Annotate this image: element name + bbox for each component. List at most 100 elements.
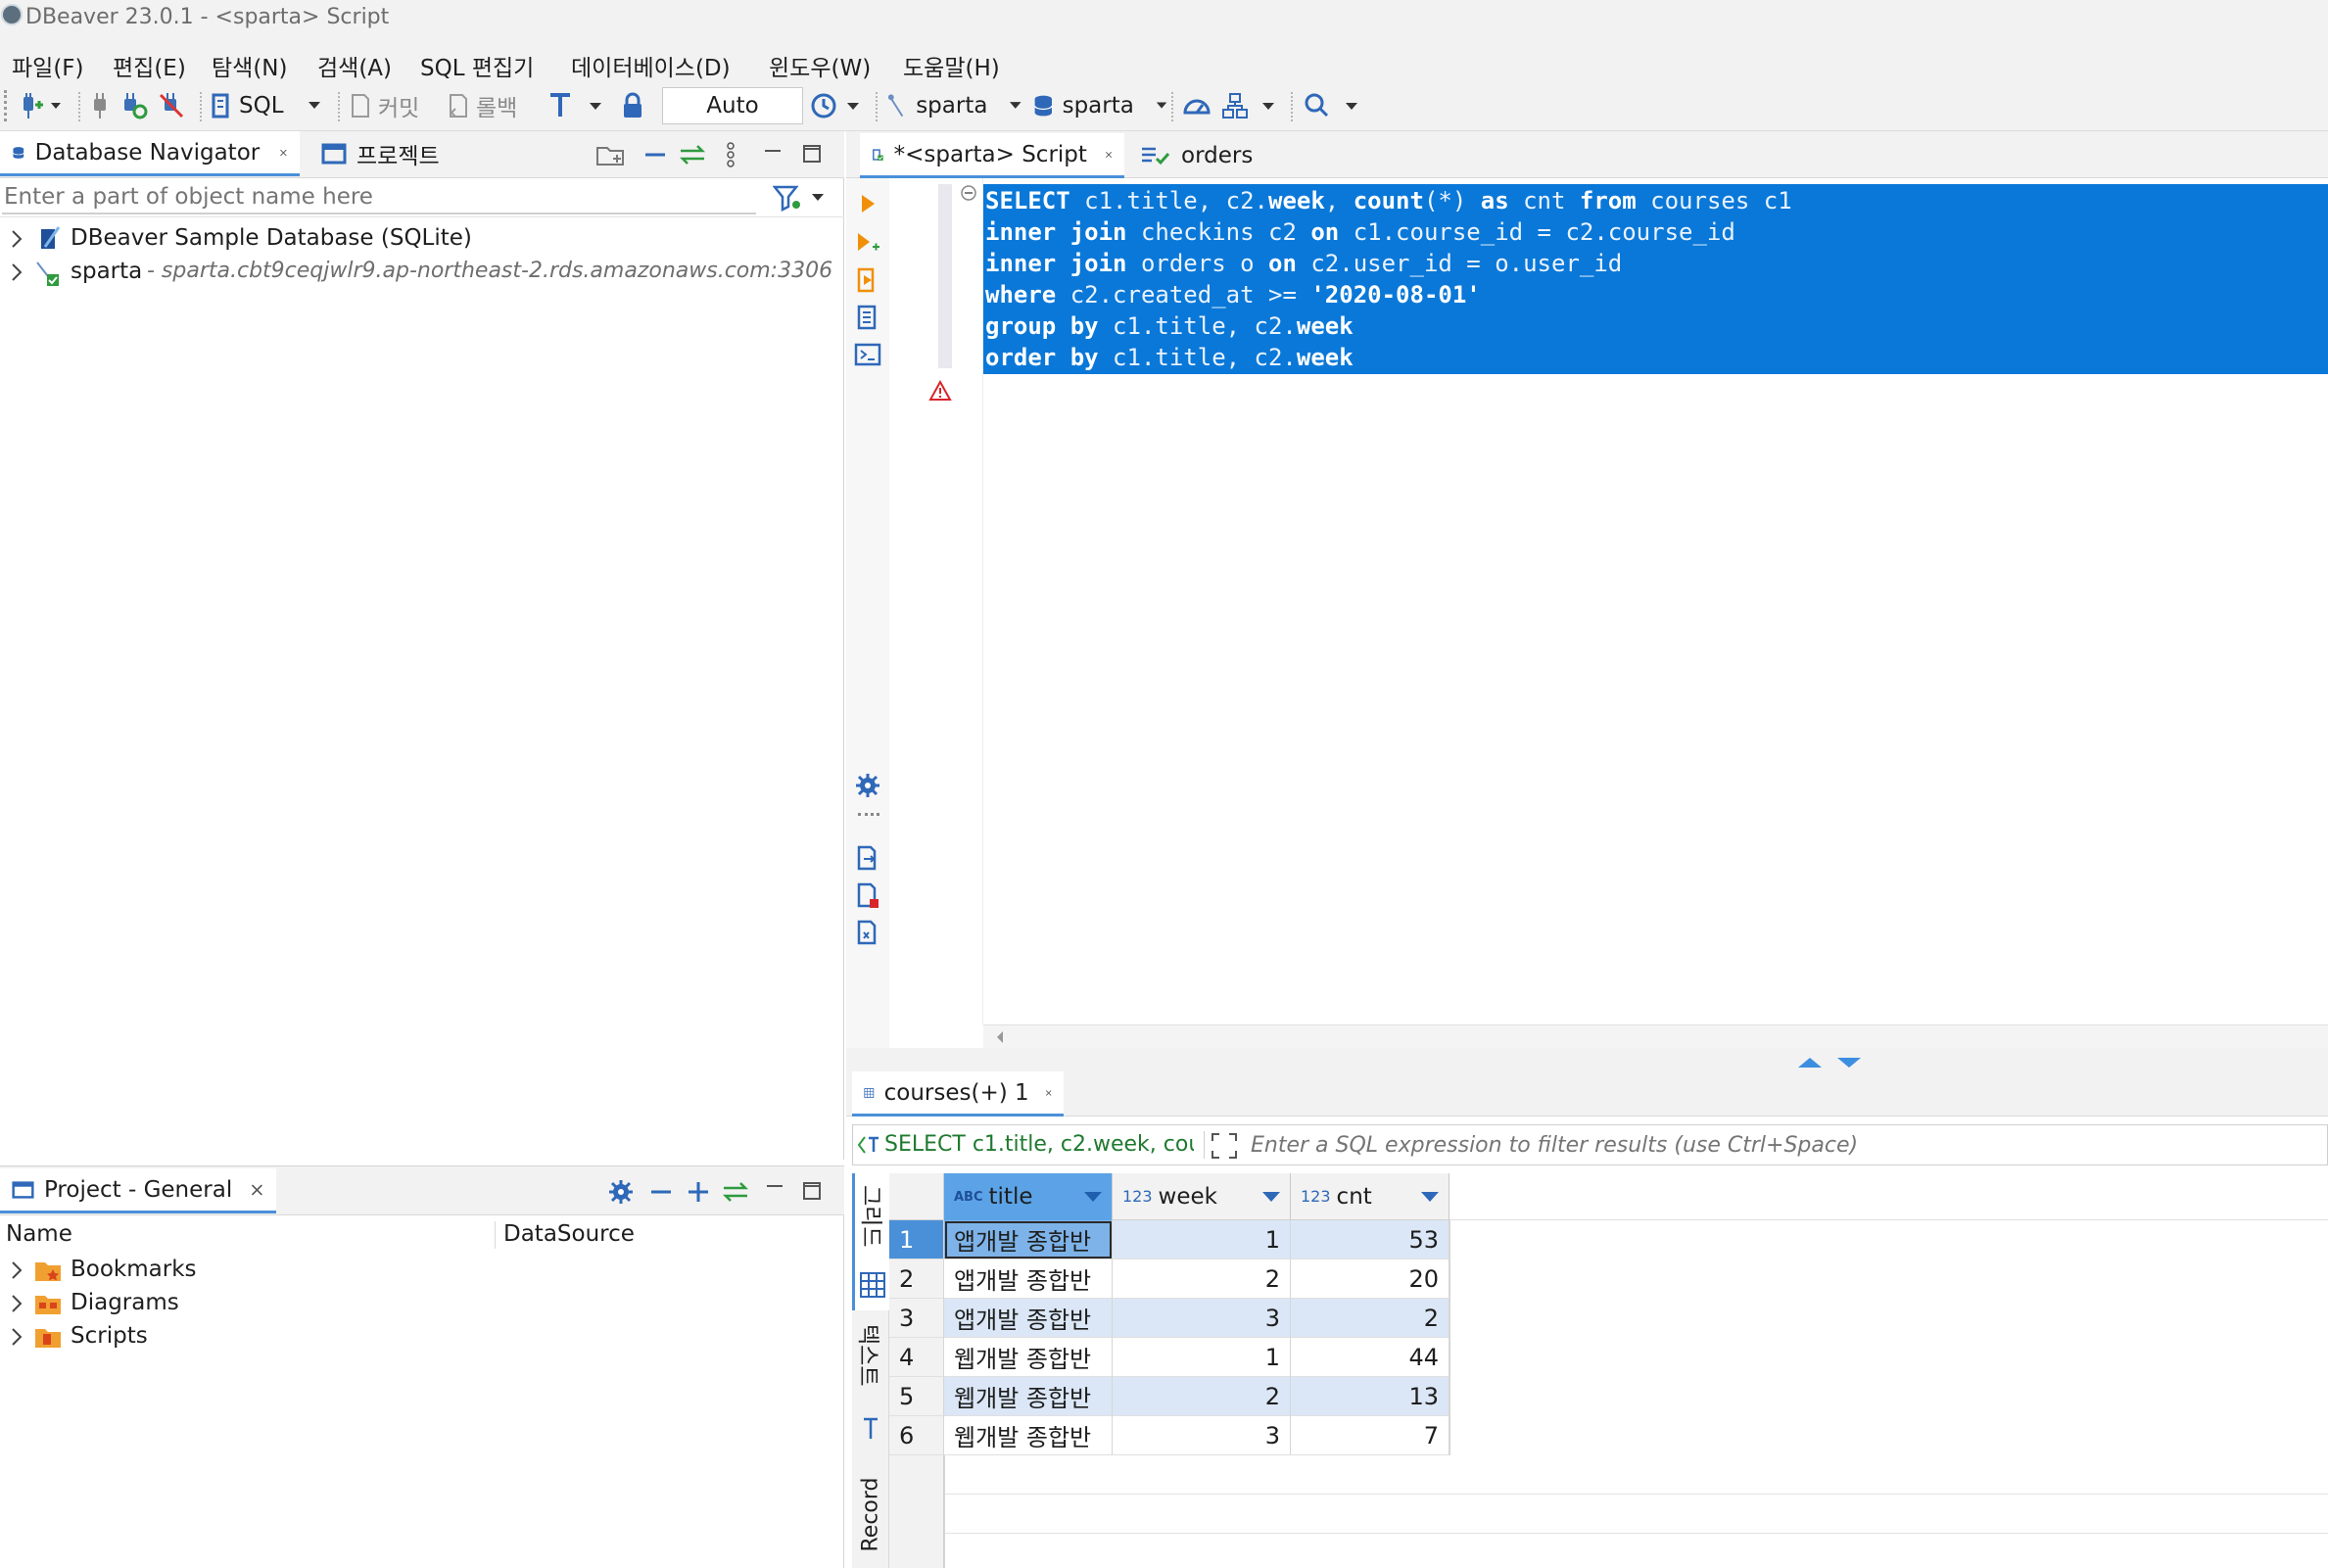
filter-button[interactable]: [772, 182, 829, 214]
reconnect-button[interactable]: [118, 88, 151, 123]
maximize-panel-up-icon[interactable]: [1796, 1056, 1824, 1069]
row-number[interactable]: 3: [889, 1299, 944, 1338]
cell-cnt[interactable]: 44: [1291, 1338, 1449, 1377]
tab-projects[interactable]: 프로젝트: [309, 131, 466, 176]
error-log-button[interactable]: [852, 879, 883, 911]
active-datasource-selector[interactable]: sparta: [885, 88, 1022, 123]
tab-record-view[interactable]: Record: [852, 1457, 889, 1568]
rollback-button[interactable]: 롤백: [447, 88, 537, 123]
chevron-right-icon[interactable]: [10, 1260, 24, 1280]
search-button[interactable]: [1301, 88, 1363, 123]
cell-week[interactable]: 3: [1113, 1416, 1291, 1455]
dashboard-button[interactable]: [1179, 88, 1214, 123]
new-folder-button[interactable]: [594, 139, 627, 170]
query-preview[interactable]: SELECT c1.title, c2.week, count(*) as cn…: [884, 1132, 1194, 1157]
row-number[interactable]: 6: [889, 1416, 944, 1455]
transaction-mode-field[interactable]: Auto: [662, 87, 803, 124]
cell-cnt[interactable]: 13: [1291, 1377, 1449, 1416]
column-header-cnt[interactable]: 123 cnt: [1291, 1173, 1449, 1220]
row-number[interactable]: 4: [889, 1338, 944, 1377]
menu-database[interactable]: 데이터베이스(D): [571, 49, 731, 82]
menu-file[interactable]: 파일(F): [12, 49, 84, 82]
minimize-button[interactable]: [760, 1174, 789, 1204]
execute-in-new-tab-button[interactable]: [852, 227, 883, 259]
chevron-right-icon[interactable]: [10, 1327, 24, 1347]
cell-cnt[interactable]: 2: [1291, 1299, 1449, 1338]
project-tree-item-scripts[interactable]: Scripts: [0, 1321, 842, 1354]
tree-item-sample-database[interactable]: DBeaver Sample Database (SQLite): [0, 223, 842, 257]
row-number[interactable]: 1: [889, 1220, 944, 1259]
row-number[interactable]: 5: [889, 1377, 944, 1416]
menu-navigate[interactable]: 탐색(N): [212, 49, 287, 82]
chevron-right-icon[interactable]: [10, 262, 24, 282]
cell-cnt[interactable]: 53: [1291, 1220, 1449, 1259]
connect-button[interactable]: [86, 88, 114, 123]
cell-cnt[interactable]: 20: [1291, 1259, 1449, 1299]
collapse-all-button[interactable]: [641, 139, 670, 170]
results-filter-input[interactable]: [1251, 1129, 2318, 1161]
sql-line[interactable]: where c2.created_at >= '2020-08-01': [985, 279, 1792, 310]
editor-horizontal-scrollbar[interactable]: [983, 1024, 2328, 1048]
collapse-all-button[interactable]: [646, 1176, 676, 1208]
cell-title[interactable]: 앱개발 종합반: [944, 1299, 1113, 1338]
link-with-editor-button[interactable]: [719, 1176, 752, 1208]
tab-text-view[interactable]: 텍스트: [852, 1318, 889, 1449]
cell-week[interactable]: 2: [1113, 1377, 1291, 1416]
sql-editor-button[interactable]: SQL: [210, 88, 327, 123]
menu-search[interactable]: 검색(A): [317, 49, 392, 82]
chevron-right-icon[interactable]: [10, 1294, 24, 1313]
link-with-editor-button[interactable]: [676, 139, 709, 170]
lock-button[interactable]: [615, 88, 650, 123]
transaction-log-button[interactable]: [1220, 88, 1281, 123]
cell-week[interactable]: 2: [1113, 1259, 1291, 1299]
cell-week[interactable]: 3: [1113, 1299, 1291, 1338]
cell-title[interactable]: 앱개발 종합반: [944, 1259, 1113, 1299]
tab-grid-view[interactable]: 그리드: [852, 1173, 889, 1310]
cell-week[interactable]: 1: [1113, 1338, 1291, 1377]
sql-code-area[interactable]: SELECT c1.title, c2.week, count(*) as cn…: [983, 178, 2328, 1024]
execute-script-new-tab-button[interactable]: [852, 302, 883, 333]
sort-dropdown-icon[interactable]: [1082, 1190, 1104, 1204]
expand-all-button[interactable]: [684, 1176, 713, 1208]
active-schema-selector[interactable]: sparta: [1032, 88, 1167, 123]
commit-button[interactable]: 커밋: [349, 88, 439, 123]
cell-title[interactable]: 웹개발 종합반: [944, 1338, 1113, 1377]
column-header-week[interactable]: 123 week: [1113, 1173, 1291, 1220]
column-header-title[interactable]: ABC title: [944, 1173, 1113, 1220]
menu-sql-editor[interactable]: SQL 편집기: [420, 49, 534, 82]
minimize-button[interactable]: [758, 139, 787, 168]
tree-item-sparta[interactable]: sparta - sparta.cbt9ceqjwlr9.ap-northeas…: [0, 257, 842, 290]
editor-results-splitter[interactable]: [846, 1048, 2328, 1071]
tab-orders[interactable]: orders: [1128, 133, 1265, 178]
scroll-left-icon[interactable]: [993, 1029, 1007, 1045]
disconnect-button[interactable]: [155, 88, 188, 123]
navigator-filter-input[interactable]: [2, 181, 756, 214]
sql-line[interactable]: inner join checkins c2 on c1.course_id =…: [985, 216, 1792, 248]
menu-window[interactable]: 윈도우(W): [769, 49, 871, 82]
menu-help[interactable]: 도움말(H): [903, 49, 1000, 82]
column-datasource[interactable]: DataSource: [503, 1221, 635, 1247]
maximize-button[interactable]: [797, 139, 827, 168]
close-icon[interactable]: [250, 1181, 264, 1199]
sql-line[interactable]: order by c1.title, c2.week: [985, 342, 1792, 373]
tab-sparta-script[interactable]: *<sparta> Script: [860, 133, 1124, 178]
cell-cnt[interactable]: 7: [1291, 1416, 1449, 1455]
transaction-mode-button[interactable]: [545, 88, 607, 123]
execute-statement-button[interactable]: [852, 188, 883, 219]
cell-title[interactable]: 웹개발 종합반: [944, 1416, 1113, 1455]
project-tree-item-bookmarks[interactable]: Bookmarks: [0, 1255, 842, 1288]
sort-dropdown-icon[interactable]: [1260, 1190, 1282, 1204]
expand-editor-icon[interactable]: [1210, 1131, 1239, 1161]
cell-week[interactable]: 1: [1113, 1220, 1291, 1259]
tab-results-courses[interactable]: courses(+) 1: [852, 1071, 1064, 1117]
sql-line[interactable]: group by c1.title, c2.week: [985, 310, 1792, 342]
chevron-right-icon[interactable]: [10, 229, 24, 249]
tab-database-navigator[interactable]: Database Navigator: [0, 131, 300, 176]
maximize-button[interactable]: [797, 1176, 827, 1206]
maximize-panel-down-icon[interactable]: [1835, 1056, 1863, 1069]
collapse-block-icon[interactable]: [960, 184, 977, 202]
project-settings-button[interactable]: [605, 1176, 637, 1208]
close-icon[interactable]: [1105, 146, 1113, 164]
explain-plan-button[interactable]: [852, 339, 883, 370]
tab-project-general[interactable]: Project - General: [0, 1168, 276, 1213]
